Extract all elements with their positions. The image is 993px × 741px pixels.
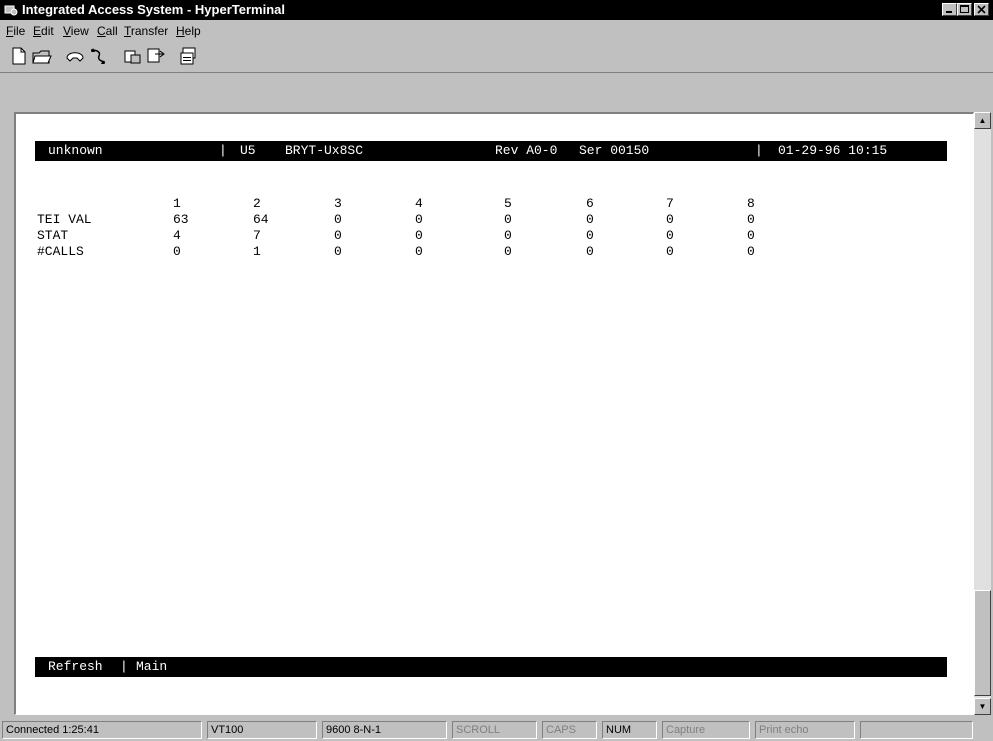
- caps-lock-indicator: CAPS: [542, 721, 597, 739]
- table-cell: 0: [747, 228, 755, 243]
- menu-call[interactable]: Call: [97, 23, 118, 39]
- header-separator: |: [755, 143, 763, 158]
- scroll-up-button[interactable]: ▲: [974, 112, 991, 129]
- table-cell: 0: [504, 244, 512, 259]
- column-header: 4: [415, 196, 423, 211]
- minimize-icon: [946, 11, 952, 13]
- column-header: 3: [334, 196, 342, 211]
- receive-icon: [147, 48, 165, 63]
- close-button[interactable]: [974, 3, 989, 16]
- num-lock-indicator: NUM: [602, 721, 657, 739]
- status-empty-panel: [860, 721, 973, 739]
- table-cell: 0: [666, 228, 674, 243]
- receive-button[interactable]: [145, 46, 167, 66]
- header-separator: |: [219, 143, 227, 158]
- table-cell: 0: [415, 228, 423, 243]
- command-separator: |: [120, 659, 128, 674]
- row-label: STAT: [37, 228, 69, 243]
- maximize-icon: [960, 5, 969, 13]
- table-cell: 7: [253, 228, 261, 243]
- properties-button[interactable]: [178, 46, 200, 66]
- table-cell: 0: [586, 212, 594, 227]
- send-icon: [124, 50, 141, 64]
- close-icon: [977, 5, 986, 14]
- open-button[interactable]: [31, 46, 53, 66]
- row-label: #CALLS: [37, 244, 84, 259]
- table-cell: 0: [415, 212, 423, 227]
- connect-button[interactable]: [64, 46, 86, 66]
- table-cell: 0: [334, 228, 342, 243]
- scroll-lock-indicator: SCROLL: [452, 721, 537, 739]
- send-button[interactable]: [122, 46, 144, 66]
- toolbar: [0, 42, 993, 73]
- menu-help[interactable]: Help: [176, 23, 201, 39]
- minimize-button[interactable]: [942, 3, 957, 16]
- refresh-command[interactable]: Refresh: [48, 659, 103, 675]
- terminal-header-bar: unknown | U5 BRYT-Ux8SC Rev A0-0 Ser 001…: [35, 141, 947, 161]
- column-header: 5: [504, 196, 512, 211]
- table-cell: 0: [666, 244, 674, 259]
- slot-id: U5: [240, 143, 256, 158]
- table-cell: 0: [747, 212, 755, 227]
- table-cell: 0: [504, 212, 512, 227]
- table-cell: 64: [253, 212, 269, 227]
- node-name: unknown: [48, 143, 103, 158]
- table-cell: 0: [415, 244, 423, 259]
- maximize-button[interactable]: [957, 3, 972, 16]
- disconnect-button[interactable]: [87, 46, 109, 66]
- vertical-scrollbar[interactable]: ▲ ▼: [974, 112, 991, 715]
- main-command[interactable]: Main: [136, 659, 167, 675]
- window-title: Integrated Access System - HyperTerminal: [22, 2, 285, 17]
- disconnect-icon: [90, 48, 106, 64]
- table-cell: 4: [173, 228, 181, 243]
- menu-view[interactable]: View: [63, 23, 89, 39]
- hyperterminal-icon: [4, 5, 18, 16]
- column-header: 1: [173, 196, 181, 211]
- table-cell: 0: [334, 244, 342, 259]
- connection-time: Connected 1:25:41: [2, 721, 202, 739]
- arrow-up-icon: ▲: [978, 116, 987, 125]
- scroll-thumb[interactable]: [974, 590, 991, 696]
- column-header: 6: [586, 196, 594, 211]
- arrow-down-icon: ▼: [978, 702, 987, 711]
- table-cell: 0: [586, 244, 594, 259]
- properties-icon: [180, 47, 196, 65]
- serial-number: Ser 00150: [579, 143, 650, 158]
- table-cell: 0: [586, 228, 594, 243]
- capture-indicator: Capture: [662, 721, 750, 739]
- connect-icon: [66, 52, 84, 62]
- port-settings: 9600 8-N-1: [322, 721, 447, 739]
- column-header: 7: [666, 196, 674, 211]
- menu-transfer[interactable]: Transfer: [124, 23, 168, 39]
- new-icon: [12, 47, 26, 65]
- card-type: BRYT-Ux8SC: [285, 143, 364, 158]
- new-button[interactable]: [8, 46, 30, 66]
- title-bar[interactable]: Integrated Access System - HyperTerminal: [0, 0, 993, 20]
- status-bar: Connected 1:25:41 VT100 9600 8-N-1 SCROL…: [0, 718, 993, 741]
- table-cell: 0: [173, 244, 181, 259]
- terminal-command-bar: Refresh | Main: [35, 657, 947, 677]
- terminal-screen[interactable]: [14, 112, 974, 715]
- table-cell: 0: [666, 212, 674, 227]
- column-header: 2: [253, 196, 261, 211]
- table-cell: 63: [173, 212, 189, 227]
- column-header: 8: [747, 196, 755, 211]
- row-label: TEI VAL: [37, 212, 92, 227]
- menu-file[interactable]: File: [6, 23, 25, 39]
- menu-edit[interactable]: Edit: [33, 23, 54, 39]
- open-icon: [32, 50, 52, 64]
- print-echo-indicator: Print echo: [755, 721, 855, 739]
- table-cell: 1: [253, 244, 261, 259]
- menu-bar: File Edit View Call Transfer Help: [0, 20, 993, 42]
- table-cell: 0: [747, 244, 755, 259]
- date-time: 01-29-96 10:15: [778, 143, 888, 158]
- table-cell: 0: [334, 212, 342, 227]
- revision: Rev A0-0: [495, 143, 558, 158]
- emulation-type: VT100: [207, 721, 317, 739]
- table-cell: 0: [504, 228, 512, 243]
- scroll-down-button[interactable]: ▼: [974, 698, 991, 715]
